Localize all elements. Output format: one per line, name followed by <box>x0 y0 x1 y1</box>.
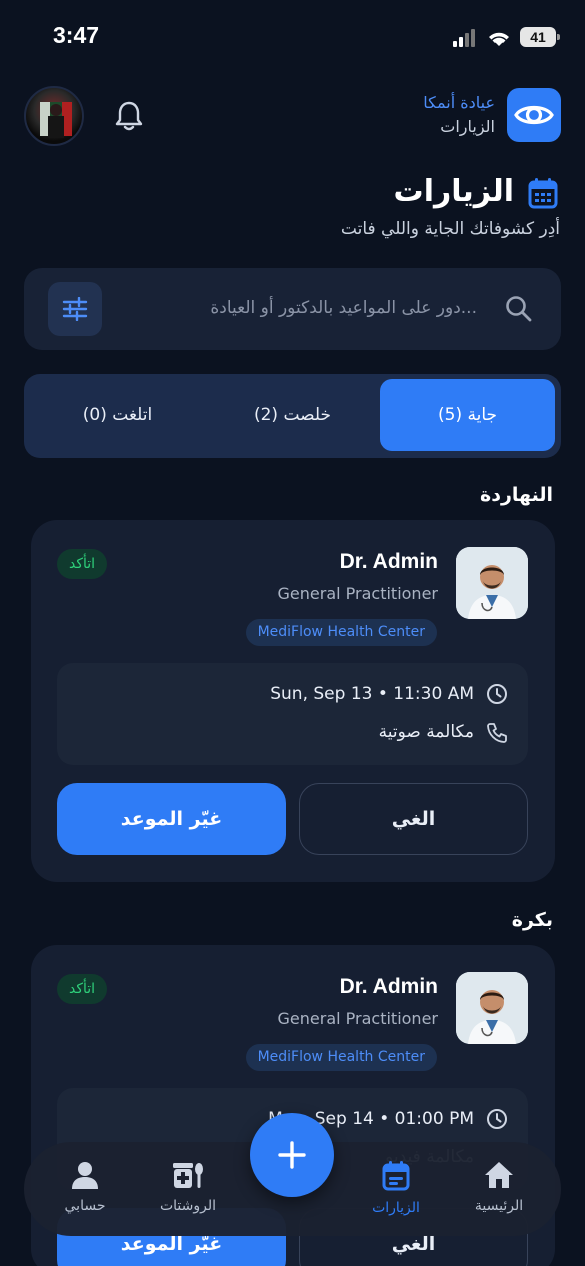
tab-upcoming[interactable]: جاية (5) <box>380 379 555 451</box>
nav-label-visits: الزيارات <box>372 1200 420 1216</box>
doctor-specialty: General Practitioner <box>277 584 438 603</box>
app-name: عيادة أنمكا <box>423 93 495 112</box>
nav-label-account: حسابي <box>64 1198 106 1214</box>
clinic-badge: MediFlow Health Center <box>245 619 437 646</box>
plus-icon <box>278 1141 306 1169</box>
nav-item-account[interactable]: حسابي <box>40 1160 130 1214</box>
nav-item-home[interactable]: الرئيسية <box>454 1160 544 1214</box>
status-time: 3:47 <box>53 22 100 48</box>
app-subtitle: الزيارات <box>440 117 495 136</box>
clinic-badge: MediFlow Health Center <box>245 1044 437 1071</box>
home-icon <box>485 1162 513 1188</box>
battery-indicator: 41 <box>520 27 560 47</box>
signal-wifi-icon <box>453 29 509 47</box>
prescription-icon <box>173 1163 203 1188</box>
doctor-photo-image <box>456 972 528 1044</box>
doctor-name: Dr. Admin <box>339 550 438 573</box>
clock-icon <box>487 1109 507 1129</box>
add-appointment-button[interactable] <box>250 1113 334 1197</box>
app-logo <box>507 88 561 142</box>
doctor-photo <box>456 972 528 1044</box>
tab-cancelled[interactable]: اتلغت (0) <box>30 379 205 451</box>
reschedule-button[interactable]: غيّر الموعد <box>57 783 286 855</box>
filter-button[interactable] <box>48 282 102 336</box>
section-heading-tomorrow: بكرة <box>511 909 553 931</box>
status-badge: اتأكد <box>57 974 108 1004</box>
doctor-name: Dr. Admin <box>339 975 438 998</box>
tab-completed[interactable]: خلصت (2) <box>205 379 380 451</box>
nav-item-visits[interactable]: الزيارات <box>351 1160 441 1216</box>
doctor-photo <box>456 547 528 619</box>
search-input[interactable]: دور على المواعيد بالدكتور أو العيادة... <box>210 298 477 318</box>
doctor-photo-image <box>456 547 528 619</box>
user-icon <box>72 1162 98 1189</box>
clock-icon <box>487 684 507 704</box>
nav-label-home: الرئيسية <box>474 1198 524 1214</box>
calendar-icon <box>382 1161 410 1191</box>
appointment-details <box>57 663 528 765</box>
calendar-icon <box>528 178 558 209</box>
page-title: الزيارات <box>393 174 514 209</box>
search-icon <box>506 296 532 322</box>
avatar-image <box>40 102 72 138</box>
status-badge: اتأكد <box>57 549 108 579</box>
nav-item-prescriptions[interactable]: الروشتات <box>143 1160 233 1214</box>
eye-icon <box>514 105 554 125</box>
page-subtitle: أدِر كشوفاتك الجاية واللي فاتت <box>340 219 560 239</box>
section-heading-today: النهاردة <box>480 484 553 506</box>
cancel-button[interactable]: الغي <box>299 783 528 855</box>
appointment-datetime: Sun, Sep 13 • 11:30 AM <box>270 684 474 704</box>
avatar[interactable] <box>24 86 84 146</box>
bell-icon[interactable] <box>114 100 144 132</box>
doctor-specialty: General Practitioner <box>277 1009 438 1028</box>
phone-icon <box>487 723 507 743</box>
nav-label-prescriptions: الروشتات <box>159 1198 217 1214</box>
appointment-type: مكالمة صوتية <box>378 722 474 742</box>
sliders-icon <box>62 297 88 321</box>
